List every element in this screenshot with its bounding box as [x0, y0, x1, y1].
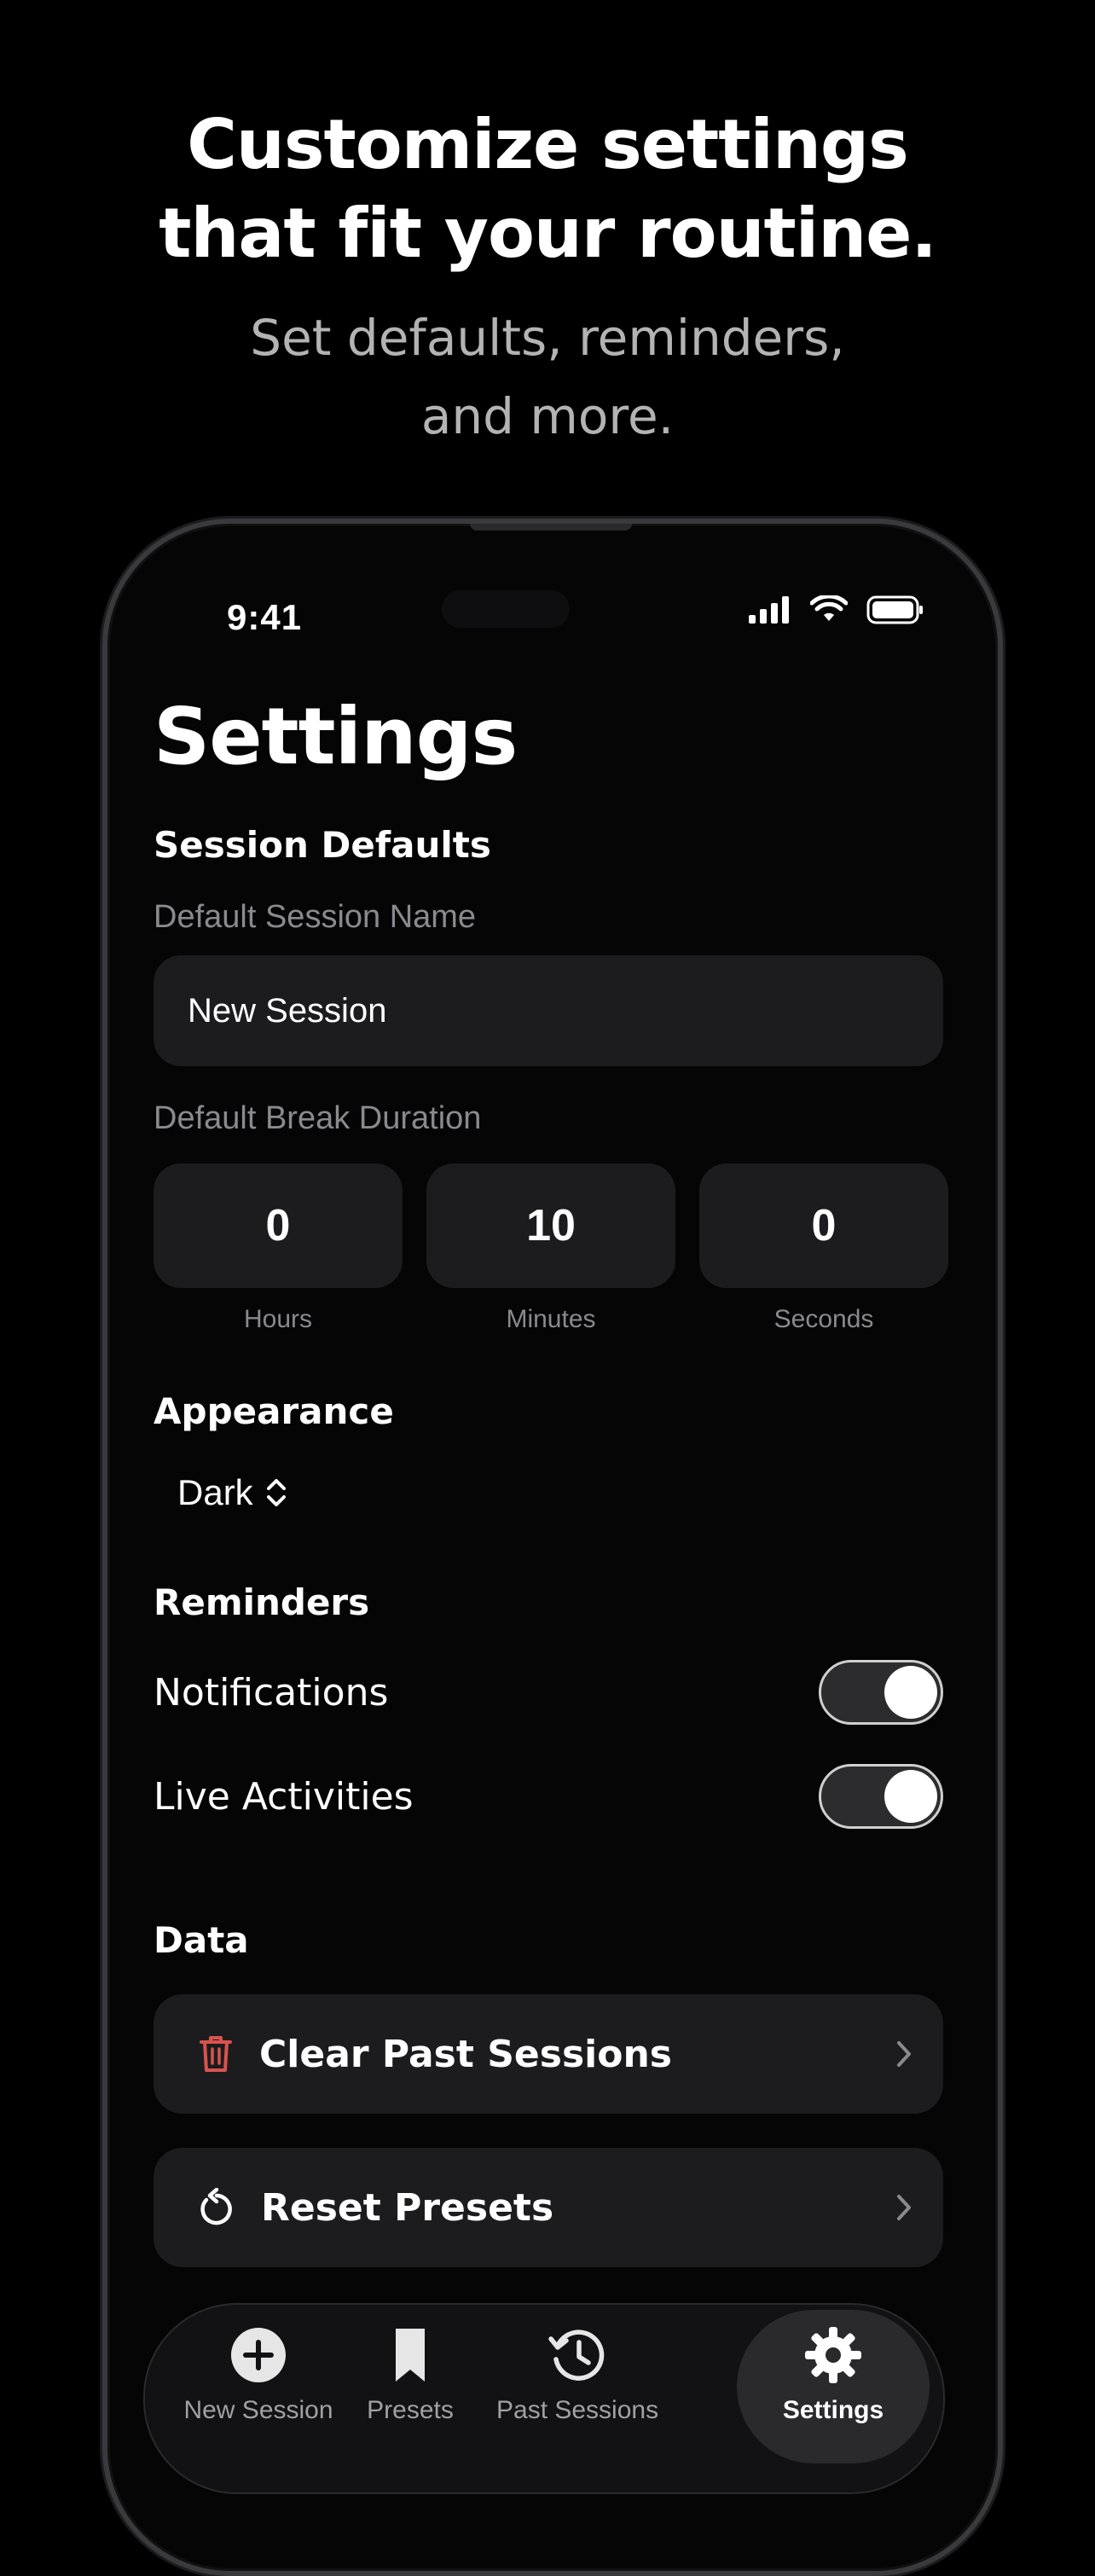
- tab-label: Past Sessions: [496, 2396, 659, 2424]
- trash-icon: [200, 2036, 232, 2072]
- appearance-picker[interactable]: Dark: [177, 1472, 287, 1513]
- tab-past-sessions[interactable]: Past Sessions: [496, 2325, 658, 2425]
- default-break-duration-label: Default Break Duration: [154, 1100, 482, 1136]
- live-activities-label: Live Activities: [154, 1774, 414, 1819]
- section-header-reminders: Reminders: [154, 1581, 370, 1623]
- reset-presets-label: Reset Presets: [261, 2185, 554, 2230]
- chevron-right-icon: [897, 2041, 911, 2067]
- tab-label: Presets: [367, 2396, 454, 2424]
- tab-presets[interactable]: Presets: [329, 2325, 491, 2425]
- hero-subtitle-line1: Set defaults, reminders,: [250, 309, 845, 367]
- reset-presets-button[interactable]: Reset Presets: [154, 2148, 943, 2267]
- phone-frame: 9:41 Settings Session Defaults Default S…: [102, 519, 1003, 2576]
- tab-bar: New Session Presets Past Sessions Settin…: [143, 2303, 945, 2494]
- status-time: 9:41: [227, 597, 303, 637]
- tab-settings[interactable]: Settings: [752, 2325, 914, 2425]
- cellular-signal-icon: [749, 596, 789, 624]
- battery-icon: [866, 595, 923, 624]
- bookmark-icon: [396, 2329, 425, 2382]
- appearance-value: Dark: [177, 1472, 253, 1512]
- chevron-up-down-icon: [266, 1479, 286, 1506]
- section-header-data: Data: [154, 1919, 249, 1961]
- live-activities-toggle[interactable]: [819, 1764, 943, 1829]
- break-seconds-field[interactable]: 0: [699, 1163, 948, 1288]
- toggle-knob: [884, 1666, 937, 1719]
- tab-label: Settings: [782, 2396, 884, 2424]
- page-title: Settings: [154, 691, 518, 782]
- toggle-knob: [884, 1770, 937, 1823]
- dynamic-island: [442, 590, 570, 628]
- section-header-session-defaults: Session Defaults: [154, 824, 491, 866]
- gear-icon: [805, 2327, 861, 2383]
- break-hours-label: Hours: [243, 1305, 313, 1333]
- default-session-name-field[interactable]: New Session: [154, 955, 943, 1066]
- history-clock-icon: [548, 2329, 605, 2381]
- status-icons: [749, 595, 924, 624]
- chevron-right-icon: [897, 2195, 911, 2220]
- default-session-name-label: Default Session Name: [154, 899, 477, 935]
- clear-past-sessions-button[interactable]: Clear Past Sessions: [154, 1994, 943, 2114]
- notifications-toggle[interactable]: [819, 1660, 943, 1725]
- break-seconds-label: Seconds: [773, 1305, 874, 1333]
- clear-past-sessions-label: Clear Past Sessions: [259, 2032, 672, 2076]
- hero-subtitle: Set defaults, reminders, and more.: [0, 299, 1095, 455]
- plus-circle-icon: [231, 2328, 286, 2382]
- notifications-row: Notifications: [154, 1658, 943, 1726]
- live-activities-row: Live Activities: [154, 1762, 943, 1830]
- reset-arrow-icon: [200, 2188, 232, 2225]
- hero-title-line2: that fit your routine.: [159, 194, 937, 273]
- hero-title-line1: Customize settings: [187, 105, 909, 184]
- section-header-appearance: Appearance: [154, 1390, 394, 1432]
- tab-label: New Session: [183, 2396, 333, 2424]
- hero-subtitle-line2: and more.: [420, 387, 675, 445]
- tab-new-session[interactable]: New Session: [177, 2325, 339, 2425]
- break-minutes-field[interactable]: 10: [426, 1163, 675, 1288]
- wifi-icon: [810, 595, 848, 621]
- phone-top-notch: [470, 524, 632, 531]
- break-hours-field[interactable]: 0: [154, 1163, 403, 1288]
- notifications-label: Notifications: [154, 1670, 389, 1714]
- hero-title: Customize settings that fit your routine…: [0, 101, 1095, 278]
- break-minutes-label: Minutes: [506, 1305, 596, 1333]
